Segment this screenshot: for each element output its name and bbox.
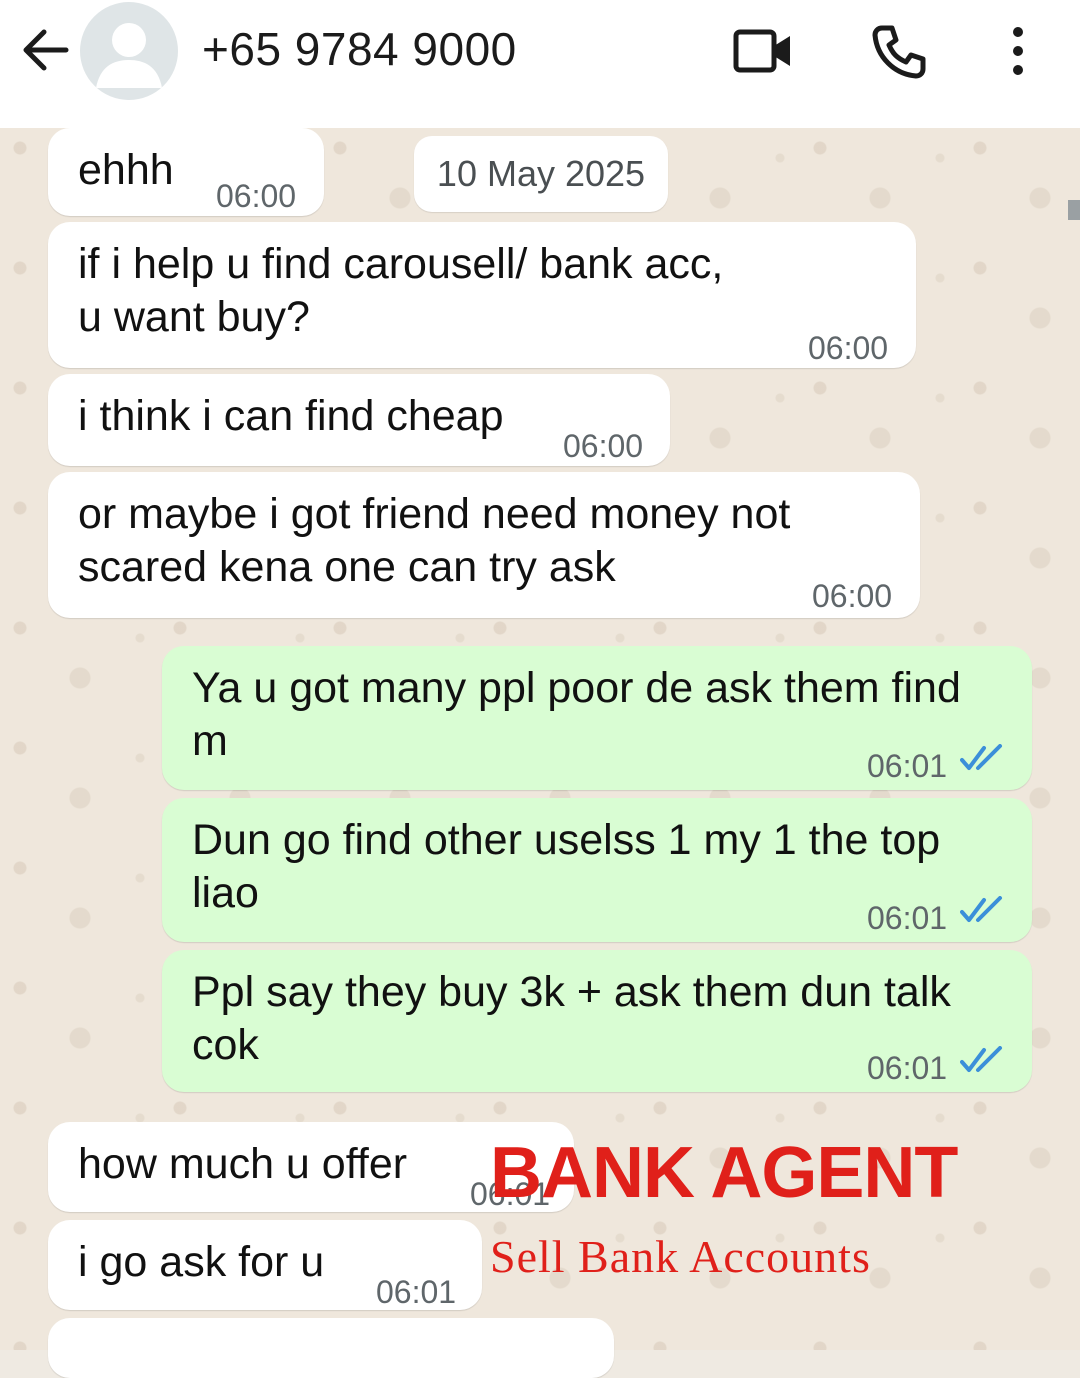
message-bubble-outgoing[interactable]: Ya u got many ppl poor de ask them find … bbox=[162, 646, 1032, 790]
avatar[interactable] bbox=[80, 2, 178, 100]
watermark-title: BANK AGENT bbox=[490, 1133, 958, 1213]
message-time: 06:00 bbox=[216, 178, 297, 214]
chat-header: +65 9784 9000 bbox=[0, 0, 1080, 128]
message-time: 06:01 bbox=[867, 1050, 948, 1086]
double-check-read-icon bbox=[960, 744, 1002, 770]
message-text: ehhh bbox=[78, 146, 174, 194]
message-bubble-incoming[interactable]: if i help u find carousell/ bank acc, u … bbox=[48, 222, 916, 368]
scrollbar[interactable] bbox=[1068, 200, 1080, 220]
message-bubble-outgoing[interactable]: Ppl say they buy 3k + ask them dun talk … bbox=[162, 950, 1032, 1092]
message-text: Ya u got many ppl poor de ask them find … bbox=[192, 664, 961, 765]
message-text: i go ask for u bbox=[78, 1238, 325, 1286]
message-time: 06:01 bbox=[376, 1274, 457, 1310]
double-check-read-icon bbox=[960, 1046, 1002, 1072]
message-time: 06:00 bbox=[563, 428, 644, 464]
message-text: if i help u find carousell/ bank acc, u … bbox=[78, 240, 724, 341]
message-bubble-incoming[interactable]: i go ask for u 06:01 bbox=[48, 1220, 482, 1310]
message-text: how much u offer bbox=[78, 1140, 408, 1188]
message-time: 06:01 bbox=[867, 748, 948, 784]
message-time: 06:01 bbox=[867, 900, 948, 936]
message-text: i think i can find cheap bbox=[78, 392, 504, 440]
message-time: 06:00 bbox=[808, 330, 889, 366]
message-bubble-incoming[interactable]: ehhh 06:00 bbox=[48, 128, 324, 216]
message-bubble-incoming[interactable]: i think i can find cheap 06:00 bbox=[48, 374, 670, 466]
message-bubble-incoming-partial[interactable] bbox=[48, 1318, 614, 1378]
message-time: 06:00 bbox=[812, 578, 893, 614]
contact-name[interactable]: +65 9784 9000 bbox=[202, 22, 517, 76]
message-bubble-outgoing[interactable]: Dun go find other uselss 1 my 1 the top … bbox=[162, 798, 1032, 942]
avatar-placeholder-icon bbox=[96, 23, 162, 88]
phone-icon[interactable] bbox=[870, 22, 928, 80]
date-chip: 10 May 2025 bbox=[414, 136, 668, 212]
message-text: Ppl say they buy 3k + ask them dun talk … bbox=[192, 968, 951, 1069]
watermark-subtitle: Sell Bank Accounts bbox=[490, 1231, 871, 1282]
video-call-icon[interactable] bbox=[732, 26, 794, 76]
message-text: or maybe i got friend need money not sca… bbox=[78, 490, 791, 591]
double-check-read-icon bbox=[960, 896, 1002, 922]
more-vertical-icon[interactable] bbox=[1006, 24, 1030, 78]
message-bubble-incoming[interactable]: or maybe i got friend need money not sca… bbox=[48, 472, 920, 618]
back-arrow-icon[interactable] bbox=[20, 24, 72, 76]
message-text: Dun go find other uselss 1 my 1 the top … bbox=[192, 816, 941, 917]
